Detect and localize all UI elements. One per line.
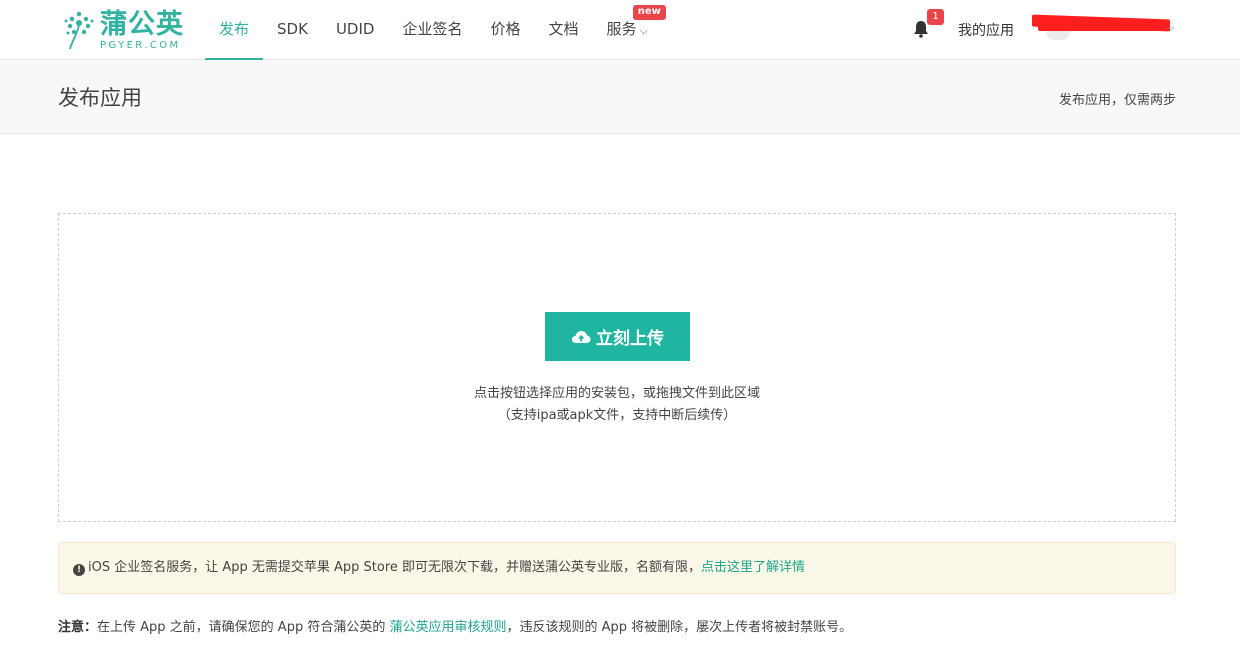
- note-text-before: 在上传 App 之前，请确保您的 App 符合蒲公英的: [97, 620, 390, 635]
- nav-publish[interactable]: 发布: [205, 0, 264, 60]
- user-menu-chevron-icon[interactable]: ⌵: [1166, 21, 1174, 35]
- nav-pricing[interactable]: 价格: [476, 0, 534, 60]
- nav-docs[interactable]: 文档: [534, 0, 592, 60]
- logo-text-cn: 蒲公英: [100, 9, 184, 40]
- notification-count-badge: 1: [927, 9, 944, 25]
- logo[interactable]: 蒲公英 PGYER.COM: [62, 10, 184, 52]
- review-rules-link[interactable]: 蒲公英应用审核规则: [389, 620, 506, 635]
- main-nav: 发布 SDK UDID 企业签名 价格 文档 服务 ⌵ new: [205, 0, 666, 60]
- upload-hint-primary: 点击按钮选择应用的安装包，或拖拽文件到此区域: [473, 386, 760, 401]
- top-navbar: 蒲公英 PGYER.COM 发布 SDK UDID 企业签名 价格 文档 服务 ⌵…: [0, 0, 1240, 60]
- upload-rules-note: 注意：在上传 App 之前，请确保您的 App 符合蒲公英的 蒲公英应用审核规则…: [58, 616, 852, 635]
- logo-text-en: PGYER.COM: [100, 40, 181, 51]
- nav-sdk[interactable]: SDK: [263, 0, 322, 60]
- dandelion-logo-icon: [64, 11, 94, 50]
- note-label: 注意：: [58, 620, 98, 635]
- nav-sdk-label: SDK: [277, 20, 308, 38]
- nav-docs-label: 文档: [548, 20, 579, 38]
- upload-dropzone[interactable]: 立刻上传 点击按钮选择应用的安装包，或拖拽文件到此区域 （支持ipa或apk文件…: [58, 213, 1176, 522]
- cloud-upload-icon: [572, 330, 591, 343]
- nav-services[interactable]: 服务 ⌵ new: [593, 0, 666, 60]
- page-header: 发布应用 发布应用，仅需两步: [0, 60, 1240, 134]
- promo-notice: ! iOS 企业签名服务，让 App 无需提交苹果 App Store 即可无限次…: [58, 542, 1176, 594]
- note-text-after: ，违反该规则的 App 将被删除，屡次上传者将被封禁账号。: [506, 620, 853, 635]
- page-subtitle: 发布应用，仅需两步: [1058, 93, 1176, 108]
- nav-publish-label: 发布: [219, 20, 250, 38]
- chevron-down-icon: ⌵: [639, 24, 648, 37]
- notice-text: iOS 企业签名服务，让 App 无需提交苹果 App Store 即可无限次下…: [88, 560, 702, 575]
- my-apps-link[interactable]: 我的应用: [958, 20, 1014, 40]
- nav-enterprise-sign[interactable]: 企业签名: [388, 0, 476, 60]
- upload-now-button[interactable]: 立刻上传: [545, 312, 690, 361]
- upload-now-label: 立刻上传: [596, 329, 664, 348]
- new-badge: new: [632, 5, 666, 20]
- redaction-mark-2: [1038, 25, 1168, 31]
- notice-details-link[interactable]: 点击这里了解详情: [701, 560, 805, 575]
- nav-udid[interactable]: UDID: [322, 0, 389, 60]
- nav-enterprise-sign-label: 企业签名: [402, 20, 463, 38]
- nav-services-label: 服务: [606, 20, 637, 38]
- upload-hint-secondary: （支持ipa或apk文件，支持中断后续传）: [497, 408, 737, 423]
- nav-pricing-label: 价格: [490, 20, 521, 38]
- nav-udid-label: UDID: [335, 20, 375, 38]
- info-circle-icon: !: [73, 564, 85, 576]
- page-title: 发布应用: [58, 86, 142, 110]
